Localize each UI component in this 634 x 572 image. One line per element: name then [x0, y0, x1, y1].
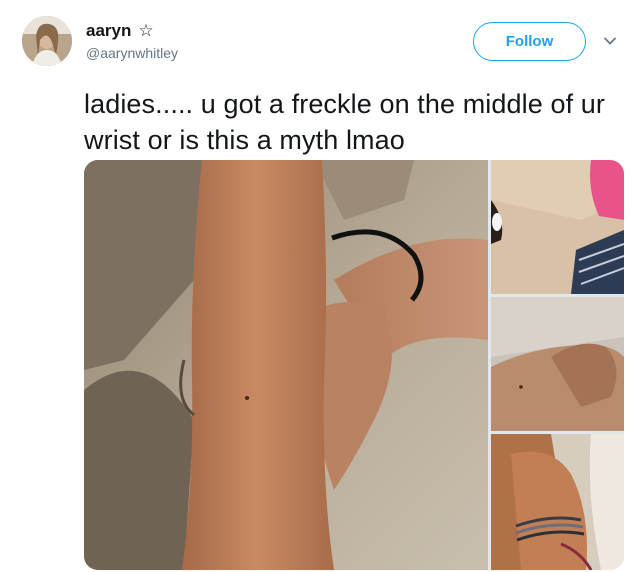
photo-wrist-bracelet[interactable]: [491, 434, 624, 570]
tweet-card: aaryn ☆ @aarynwhitley Follow ladies.....…: [0, 0, 634, 572]
display-name[interactable]: aaryn: [86, 21, 131, 41]
photo-wrist-freckle-large[interactable]: [84, 160, 488, 570]
user-handle[interactable]: @aarynwhitley: [86, 45, 178, 61]
chevron-down-icon[interactable]: [603, 34, 617, 48]
avatar[interactable]: [22, 16, 72, 66]
star-icon: ☆: [138, 20, 154, 41]
photo-wrist-top[interactable]: [491, 160, 624, 294]
media-grid: [84, 160, 624, 570]
avatar-image: [22, 16, 72, 66]
tweet-text: ladies..... u got a freckle on the middl…: [84, 89, 605, 155]
author-name-row: aaryn ☆: [86, 21, 154, 41]
photo-wrist-middle[interactable]: [491, 297, 624, 431]
follow-button[interactable]: Follow: [473, 22, 586, 61]
